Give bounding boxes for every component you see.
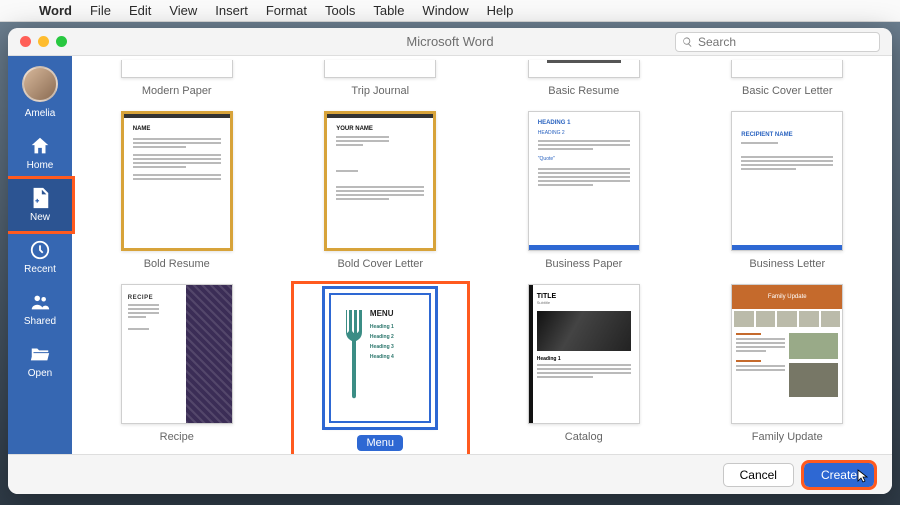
template-label: Recipe [160,431,194,443]
new-document-icon [29,187,51,209]
template-label: Modern Paper [142,85,212,97]
cancel-button[interactable]: Cancel [723,463,794,487]
menu-edit[interactable]: Edit [120,3,160,18]
menu-file[interactable]: File [81,3,120,18]
template-label: Business Paper [545,258,622,270]
template-card[interactable]: Basic Cover Letter [701,60,875,107]
template-gallery[interactable]: Modern Paper Trip Journal Basic Resume B… [72,56,892,454]
template-search-input[interactable] [698,35,873,49]
menu-tools[interactable]: Tools [316,3,364,18]
folder-open-icon [29,343,51,365]
sidebar-item-label: Shared [24,316,56,327]
zoom-window-button[interactable] [56,36,67,47]
template-card[interactable]: NAME Bold Resume [90,111,264,280]
template-thumbnail [731,60,843,78]
template-thumbnail: TITLE Subtitle Heading 1 [528,284,640,424]
template-label: Trip Journal [351,85,409,97]
mac-menubar: Word File Edit View Insert Format Tools … [0,0,900,22]
template-label: Menu [357,435,403,451]
sidebar-item-label: New [30,212,50,223]
template-thumbnail: HEADING 1 HEADING 2 "Quote" [528,111,640,251]
user-avatar[interactable] [22,66,58,102]
template-thumbnail: MENU Heading 1 Heading 2 Heading 3 Headi… [324,288,436,428]
template-thumbnail [121,60,233,78]
template-card[interactable]: Trip Journal [294,60,468,107]
search-icon [682,36,693,48]
menu-window[interactable]: Window [413,3,477,18]
template-label: Catalog [565,431,603,443]
template-card-menu[interactable]: MENU Heading 1 Heading 2 Heading 3 Headi… [294,284,468,454]
fork-icon [340,308,368,408]
app-name-menu[interactable]: Word [30,3,81,18]
template-label: Bold Cover Letter [337,258,423,270]
template-label: Basic Resume [548,85,619,97]
window-titlebar: Microsoft Word [8,28,892,56]
template-card[interactable]: YOUR NAME Bold Cover Letter [294,111,468,280]
dialog-footer: Cancel Create [8,454,892,494]
sidebar-item-new[interactable]: New [8,179,72,231]
create-button[interactable]: Create [804,463,874,487]
clock-icon [29,239,51,261]
sidebar: Amelia Home New Recent Shared [8,56,72,454]
template-label: Business Letter [749,258,825,270]
template-card[interactable]: RECIPIENT NAME Business Letter [701,111,875,280]
traffic-lights [8,36,67,47]
people-icon [29,291,51,313]
template-search[interactable] [675,32,880,52]
minimize-window-button[interactable] [38,36,49,47]
sidebar-item-label: Recent [24,264,56,275]
sidebar-item-recent[interactable]: Recent [8,231,72,283]
template-card[interactable]: RECIPE Recipe [90,284,264,454]
sidebar-item-shared[interactable]: Shared [8,283,72,335]
sidebar-item-home[interactable]: Home [8,127,72,179]
cursor-icon [857,469,869,483]
template-label: Family Update [752,431,823,443]
template-card[interactable]: HEADING 1 HEADING 2 "Quote" Business Pap… [497,111,671,280]
template-thumbnail: Family Update [731,284,843,424]
menu-view[interactable]: View [160,3,206,18]
desktop: Microsoft Word Amelia Home New [0,22,900,505]
template-chooser-window: Microsoft Word Amelia Home New [8,28,892,494]
sidebar-item-label: Home [27,160,54,171]
sidebar-item-open[interactable]: Open [8,335,72,387]
template-card[interactable]: Modern Paper [90,60,264,107]
create-button-label: Create [821,468,857,482]
menu-insert[interactable]: Insert [206,3,257,18]
template-thumbnail: RECIPE [121,284,233,424]
close-window-button[interactable] [20,36,31,47]
template-thumbnail: YOUR NAME [324,111,436,251]
template-card[interactable]: Basic Resume [497,60,671,107]
template-card[interactable]: Family Update Family Update [701,284,875,454]
sidebar-item-label: Open [28,368,52,379]
template-label: Basic Cover Letter [742,85,832,97]
template-thumbnail [324,60,436,78]
template-card[interactable]: TITLE Subtitle Heading 1 Catalog [497,284,671,454]
menu-help[interactable]: Help [478,3,523,18]
home-icon [29,135,51,157]
template-thumbnail [528,60,640,78]
menu-format[interactable]: Format [257,3,316,18]
template-thumbnail: NAME [121,111,233,251]
template-thumbnail: RECIPIENT NAME [731,111,843,251]
user-name: Amelia [25,108,56,119]
menu-table[interactable]: Table [364,3,413,18]
template-label: Bold Resume [144,258,210,270]
